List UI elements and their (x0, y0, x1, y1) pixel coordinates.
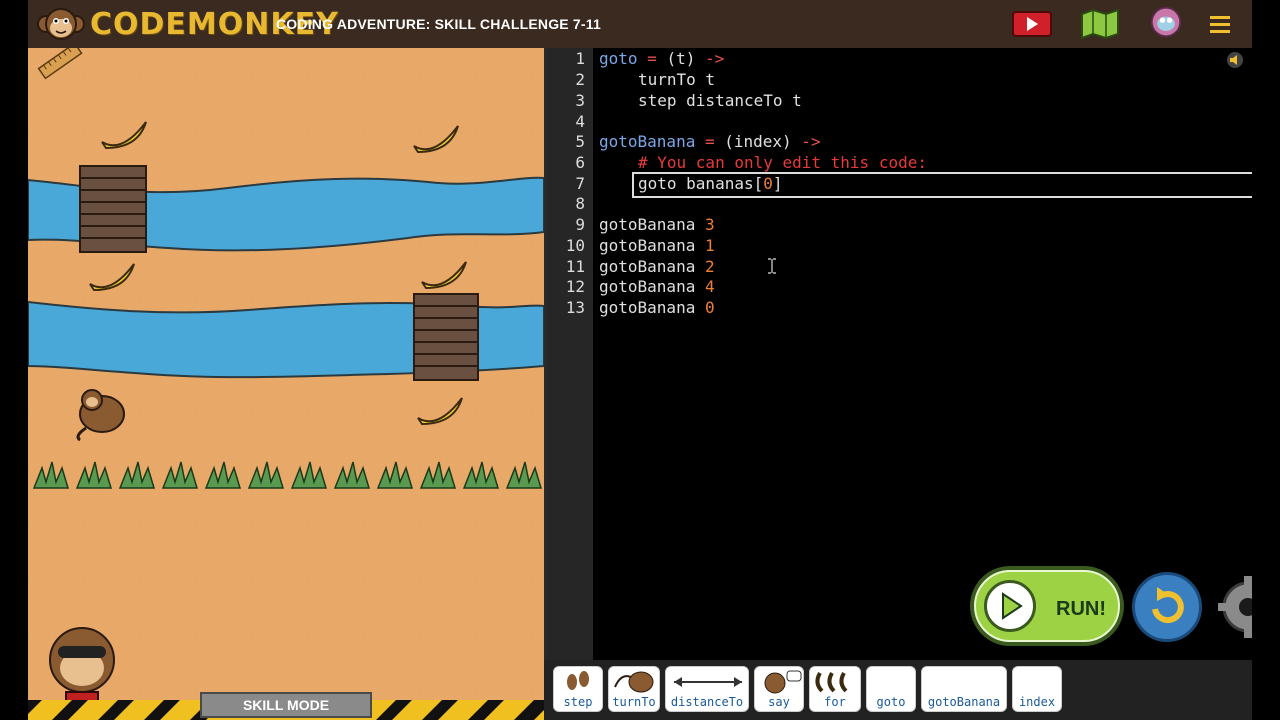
banana-icon (101, 121, 147, 150)
code-line: gotoBanana = (index) -> (599, 132, 821, 151)
ruler-icon (37, 48, 83, 80)
call-name: gotoBanana (599, 298, 696, 317)
code-line: goto = (t) -> (599, 49, 724, 68)
play-icon (984, 580, 1036, 632)
code-line: gotoBanana 1 (599, 236, 715, 255)
settings-gear-icon[interactable] (1214, 572, 1252, 642)
game-scene (28, 48, 544, 720)
banana-icon (89, 263, 135, 292)
command-label: distanceTo (670, 695, 744, 709)
call-arg: 2 (704, 257, 715, 276)
code-line: gotoBanana 4 (599, 277, 715, 296)
code-text: goto bananas[ (638, 174, 764, 193)
call-name: gotoBanana (599, 277, 696, 296)
command-goto[interactable]: goto (866, 666, 916, 712)
command-label: for (824, 695, 846, 709)
monkey-character (76, 389, 125, 442)
command-step[interactable]: step (553, 666, 603, 712)
editable-code-line[interactable]: goto bananas[0] (638, 174, 783, 193)
code-line: gotoBanana 2 (599, 257, 715, 276)
footprints-icon (567, 671, 589, 690)
game-canvas[interactable]: SKILL MODE (28, 48, 544, 720)
call-name: gotoBanana (599, 236, 696, 255)
code-text: ] (772, 174, 783, 193)
line-number: 8 (575, 194, 585, 213)
line-number: 11 (565, 257, 585, 276)
menu-icon[interactable] (1208, 8, 1232, 40)
run-label: RUN! (1056, 598, 1106, 620)
command-distanceto[interactable]: distanceTo (665, 666, 749, 712)
line-number: 1 (575, 49, 585, 68)
code-line: step distanceTo t (638, 91, 802, 110)
line-number: 2 (575, 70, 585, 89)
command-label: goto (876, 695, 906, 709)
sound-icon[interactable] (1227, 52, 1243, 68)
command-index[interactable]: index (1012, 666, 1062, 712)
operator: = (695, 132, 725, 151)
video-icon[interactable] (1012, 8, 1052, 40)
run-button-face: RUN! (974, 570, 1120, 642)
app-frame: CODEMONKEY CODING ADVENTURE: SKILL CHALL… (28, 0, 1252, 720)
bridge (413, 293, 479, 381)
command-label: turnTo (612, 695, 656, 709)
banana-icon (413, 125, 459, 154)
code-line: turnTo t (638, 70, 716, 89)
call-arg: 0 (704, 298, 715, 317)
command-toolbar: step turnTo distanceTo say for goto goto… (544, 660, 1252, 720)
call-arg: 3 (704, 215, 715, 234)
code-line: gotoBanana 0 (599, 298, 715, 317)
run-button[interactable]: RUN! (970, 566, 1124, 646)
line-number: 5 (575, 132, 585, 151)
line-number-gutter: 1 2 3 4 5 6 7 8 9 10 11 12 13 (547, 48, 593, 660)
avatar-icon[interactable] (1148, 6, 1184, 38)
code-comment: # You can only edit this code: (638, 153, 927, 172)
code-number: 0 (763, 174, 773, 193)
call-name: gotoBanana (599, 257, 696, 276)
reset-button[interactable] (1132, 572, 1202, 642)
command-say[interactable]: say (754, 666, 804, 712)
reset-icon (1152, 587, 1184, 624)
command-turnto[interactable]: turnTo (608, 666, 660, 712)
call-name: gotoBanana (599, 215, 696, 234)
operator: = (637, 49, 667, 68)
command-label: gotoBanana (927, 695, 1001, 709)
command-label: index (1018, 695, 1056, 709)
monkey-logo-icon (37, 8, 85, 40)
skill-mode-label: SKILL MODE (200, 692, 372, 718)
line-number: 4 (575, 112, 585, 131)
line-number: 13 (565, 298, 585, 317)
text-cursor-icon (768, 258, 776, 274)
line-number: 3 (575, 91, 585, 110)
banana-icon (421, 261, 467, 290)
params: (index) (724, 132, 792, 151)
line-number: 7 (575, 174, 585, 193)
code-editor[interactable]: 1 2 3 4 5 6 7 8 9 10 11 12 13 goto = (t)… (544, 48, 1252, 660)
call-arg: 4 (704, 277, 715, 296)
distance-arrow-icon (674, 677, 742, 687)
line-number: 10 (565, 236, 585, 255)
arrow: -> (695, 49, 725, 68)
line-number: 12 (565, 277, 585, 296)
map-icon[interactable] (1080, 8, 1120, 40)
arrow: -> (791, 132, 821, 151)
top-bar: CODEMONKEY CODING ADVENTURE: SKILL CHALL… (28, 0, 1252, 50)
page-title: CODING ADVENTURE: SKILL CHALLENGE 7-11 (276, 16, 601, 32)
line-number: 6 (575, 153, 585, 172)
monkey-speech-icon (764, 670, 802, 694)
bush-row (32, 461, 543, 489)
function-name: goto (599, 49, 638, 68)
command-gotobanana[interactable]: gotoBanana (921, 666, 1007, 712)
function-name: gotoBanana (599, 132, 696, 151)
bananas-icon (815, 671, 848, 693)
command-for[interactable]: for (809, 666, 861, 712)
command-label: step (563, 695, 593, 709)
banana-icon (417, 397, 463, 426)
code-line: gotoBanana 3 (599, 215, 715, 234)
line-number: 9 (575, 215, 585, 234)
params: (t) (666, 49, 696, 68)
command-label: say (768, 695, 790, 709)
bridge (79, 165, 147, 253)
call-arg: 1 (704, 236, 715, 255)
turn-icon (614, 671, 654, 693)
